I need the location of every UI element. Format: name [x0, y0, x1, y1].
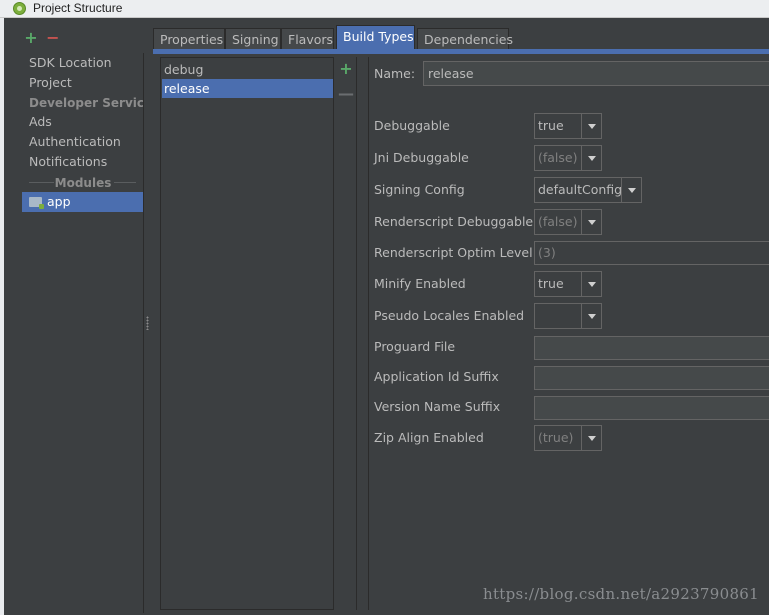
- jni-debuggable-label: Jni Debuggable: [374, 150, 469, 165]
- add-module-button[interactable]: +: [22, 29, 40, 47]
- signing-config-combo[interactable]: defaultConfig: [534, 177, 642, 203]
- name-label: Name:: [374, 66, 416, 81]
- tab-properties[interactable]: Properties: [153, 28, 225, 49]
- tab-build-types[interactable]: Build Types: [336, 25, 415, 49]
- tab-signing[interactable]: Signing: [225, 28, 281, 49]
- debuggable-value: true: [538, 118, 564, 133]
- renderscript-debuggable-combo[interactable]: (false): [534, 209, 602, 235]
- nav-item-sdk-location[interactable]: SDK Location: [22, 53, 143, 73]
- tab-underline: [153, 49, 769, 54]
- build-types-list: debug release: [160, 57, 334, 610]
- modules-header: Modules: [22, 173, 143, 193]
- chevron-down-icon: [628, 188, 636, 193]
- pseudo-locales-label: Pseudo Locales Enabled: [374, 308, 525, 323]
- add-build-type-button[interactable]: +: [337, 60, 355, 78]
- chevron-down-icon: [588, 282, 596, 287]
- nav-group-developer-services: Developer Servic...: [29, 96, 143, 110]
- proguard-file-input[interactable]: [534, 336, 769, 360]
- app-id-suffix-label: Application Id Suffix: [374, 369, 499, 384]
- chevron-down-icon: [588, 156, 596, 161]
- jni-debuggable-value: (false): [538, 150, 578, 165]
- nav-item-notifications[interactable]: Notifications: [22, 152, 143, 172]
- minify-enabled-combo[interactable]: true: [534, 271, 602, 297]
- proguard-file-label: Proguard File: [374, 339, 456, 354]
- renderscript-debuggable-label: Renderscript Debuggable: [374, 214, 534, 229]
- chevron-down-icon: [588, 124, 596, 129]
- name-input[interactable]: release: [423, 61, 769, 86]
- nav-item-authentication[interactable]: Authentication: [22, 132, 143, 152]
- module-app-label: app: [47, 194, 71, 209]
- chevron-down-icon: [588, 436, 596, 441]
- pseudo-locales-combo[interactable]: [534, 303, 602, 329]
- chevron-down-icon: [588, 220, 596, 225]
- renderscript-debuggable-value: (false): [538, 214, 578, 229]
- zip-align-combo[interactable]: (true): [534, 425, 602, 451]
- left-toolbar: + −: [22, 29, 62, 49]
- nav-item-project[interactable]: Project: [22, 73, 143, 93]
- title-bar: Project Structure: [0, 0, 769, 18]
- build-type-release[interactable]: release: [162, 79, 333, 98]
- debuggable-combo[interactable]: true: [534, 113, 602, 139]
- build-type-form: Name: release Debuggable true Jni Debugg…: [368, 57, 769, 610]
- renderscript-optim-input[interactable]: (3): [534, 241, 769, 265]
- nav-item-ads[interactable]: Ads: [22, 112, 143, 132]
- signing-config-label: Signing Config: [374, 182, 465, 197]
- build-type-debug[interactable]: debug: [162, 60, 333, 79]
- build-types-toolbar: + —: [335, 57, 357, 610]
- version-name-suffix-input[interactable]: [534, 396, 769, 420]
- nav-item-module-app[interactable]: app: [22, 192, 143, 212]
- signing-config-value: defaultConfig: [538, 182, 623, 197]
- tab-flavors[interactable]: Flavors: [281, 28, 334, 49]
- chevron-down-icon: [588, 314, 596, 319]
- remove-module-button[interactable]: −: [44, 29, 62, 47]
- zip-align-label: Zip Align Enabled: [374, 430, 484, 445]
- window-title: Project Structure: [33, 1, 123, 15]
- minify-enabled-value: true: [538, 276, 564, 291]
- modules-header-label: Modules: [54, 176, 112, 190]
- debuggable-label: Debuggable: [374, 118, 450, 133]
- jni-debuggable-combo[interactable]: (false): [534, 145, 602, 171]
- minify-enabled-label: Minify Enabled: [374, 276, 466, 291]
- android-studio-icon: [13, 2, 26, 15]
- splitter-handle[interactable]: [146, 316, 149, 330]
- version-name-suffix-label: Version Name Suffix: [374, 399, 501, 414]
- renderscript-optim-label: Renderscript Optim Level: [374, 245, 533, 260]
- left-nav-panel: SDK Location Project Developer Servic...…: [22, 53, 144, 613]
- tab-dependencies[interactable]: Dependencies: [417, 28, 513, 49]
- app-id-suffix-input[interactable]: [534, 366, 769, 390]
- zip-align-value: (true): [538, 430, 574, 445]
- remove-build-type-button[interactable]: —: [337, 85, 355, 103]
- module-folder-icon: [29, 197, 44, 209]
- watermark-url: https://blog.csdn.net/a2923790861: [482, 585, 759, 603]
